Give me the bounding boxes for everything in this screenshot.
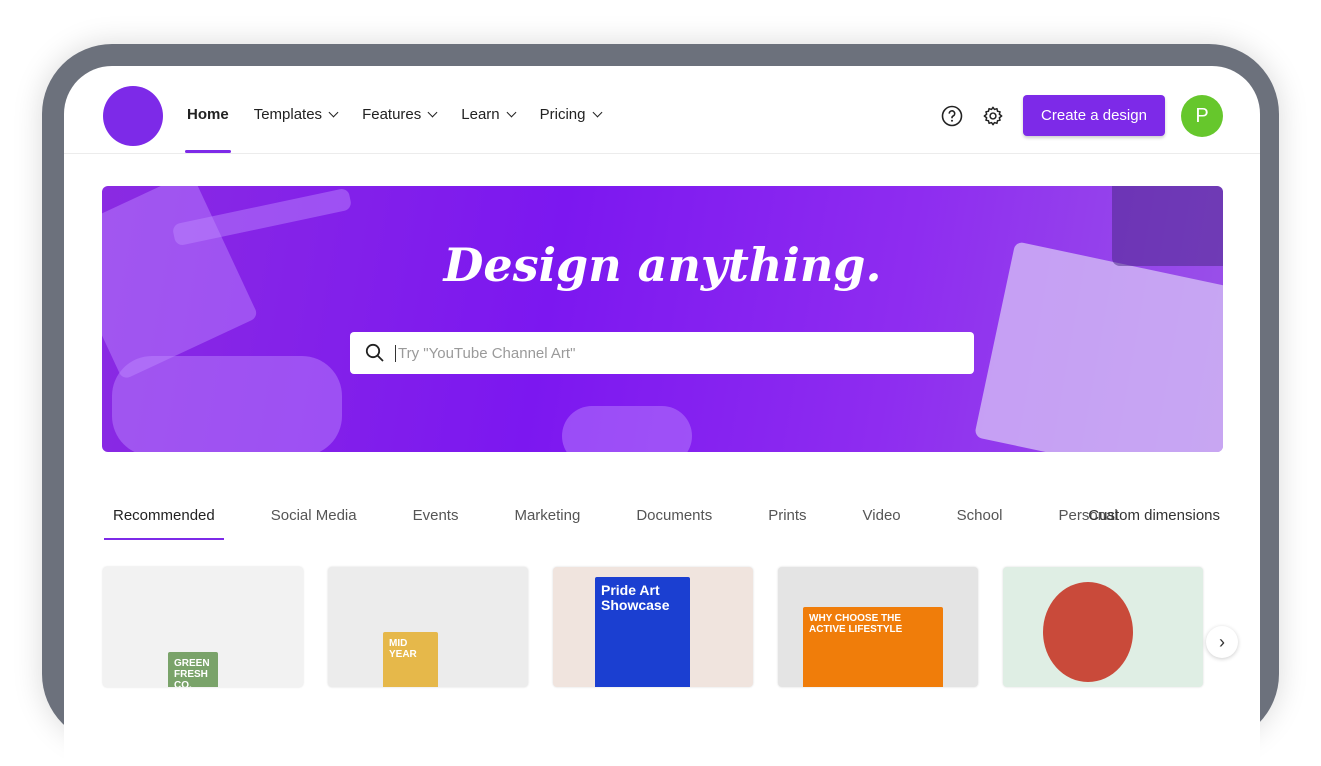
template-card[interactable]: WHY CHOOSE THE ACTIVE LIFESTYLE: [778, 567, 978, 687]
tab-school[interactable]: School: [948, 507, 1012, 524]
template-card[interactable]: GREEN FRESH CO.: [103, 567, 303, 687]
search-box[interactable]: [350, 332, 974, 374]
search-input[interactable]: [395, 344, 955, 362]
help-icon[interactable]: [941, 105, 963, 127]
nav-features[interactable]: Features: [362, 106, 438, 123]
hero-banner: Design anything.: [102, 186, 1223, 452]
template-text: Pride Art Showcase: [601, 582, 670, 614]
template-text: WHY CHOOSE THE ACTIVE LIFESTYLE: [809, 613, 903, 635]
category-tabs: Recommended Social Media Events Marketin…: [104, 507, 1165, 540]
next-arrow-button[interactable]: ›: [1206, 626, 1238, 658]
chevron-down-icon: [427, 107, 438, 118]
custom-dimensions-link[interactable]: Custom dimensions: [1088, 507, 1220, 524]
nav-label: Templates: [253, 106, 323, 123]
template-preview: MID YEAR: [383, 632, 438, 687]
template-cards: GREEN FRESH CO. MID YEAR Pride Art Showcas…: [103, 567, 1203, 687]
nav-label: Features: [362, 106, 422, 123]
avatar[interactable]: P: [1181, 95, 1223, 137]
template-text: MID YEAR: [389, 638, 417, 660]
tab-documents[interactable]: Documents: [627, 507, 721, 524]
binoculars-decoration: [112, 356, 342, 452]
nav-home[interactable]: Home: [185, 106, 231, 153]
template-preview: [1043, 582, 1133, 682]
tab-recommended[interactable]: Recommended: [104, 507, 224, 540]
template-card[interactable]: MID YEAR: [328, 567, 528, 687]
template-card[interactable]: Pride Art Showcase: [553, 567, 753, 687]
tab-marketing[interactable]: Marketing: [505, 507, 589, 524]
nav-templates[interactable]: Templates: [253, 106, 339, 123]
template-preview: Pride Art Showcase: [595, 577, 690, 687]
tab-events[interactable]: Events: [404, 507, 468, 524]
header: Home Templates Features Learn Pricing Cr…: [64, 66, 1260, 154]
nav-learn[interactable]: Learn: [461, 106, 517, 123]
cloud-decoration: [562, 406, 692, 452]
nav-label: Learn: [461, 106, 500, 123]
banner-title: Design anything.: [443, 238, 882, 292]
search-icon: [365, 343, 384, 362]
chevron-down-icon: [506, 107, 517, 118]
template-preview: WHY CHOOSE THE ACTIVE LIFESTYLE: [803, 607, 943, 687]
screen: Home Templates Features Learn Pricing Cr…: [64, 66, 1260, 766]
chevron-down-icon: [592, 107, 602, 118]
main-nav: Home Templates Features Learn Pricing: [185, 106, 626, 153]
nav-label: Pricing: [539, 106, 586, 123]
nav-label: Home: [187, 106, 229, 123]
settings-gear-icon[interactable]: [982, 105, 1004, 127]
template-card[interactable]: [1003, 567, 1203, 687]
create-design-button[interactable]: Create a design: [1023, 95, 1165, 136]
chevron-down-icon: [328, 107, 339, 118]
tab-social-media[interactable]: Social Media: [262, 507, 366, 524]
chevron-right-icon: ›: [1219, 631, 1225, 652]
nav-pricing[interactable]: Pricing: [539, 106, 602, 123]
tab-prints[interactable]: Prints: [759, 507, 815, 524]
tab-video[interactable]: Video: [854, 507, 910, 524]
template-preview: GREEN FRESH CO.: [168, 652, 218, 687]
logo[interactable]: [103, 86, 163, 146]
template-text: GREEN FRESH CO.: [174, 658, 210, 687]
